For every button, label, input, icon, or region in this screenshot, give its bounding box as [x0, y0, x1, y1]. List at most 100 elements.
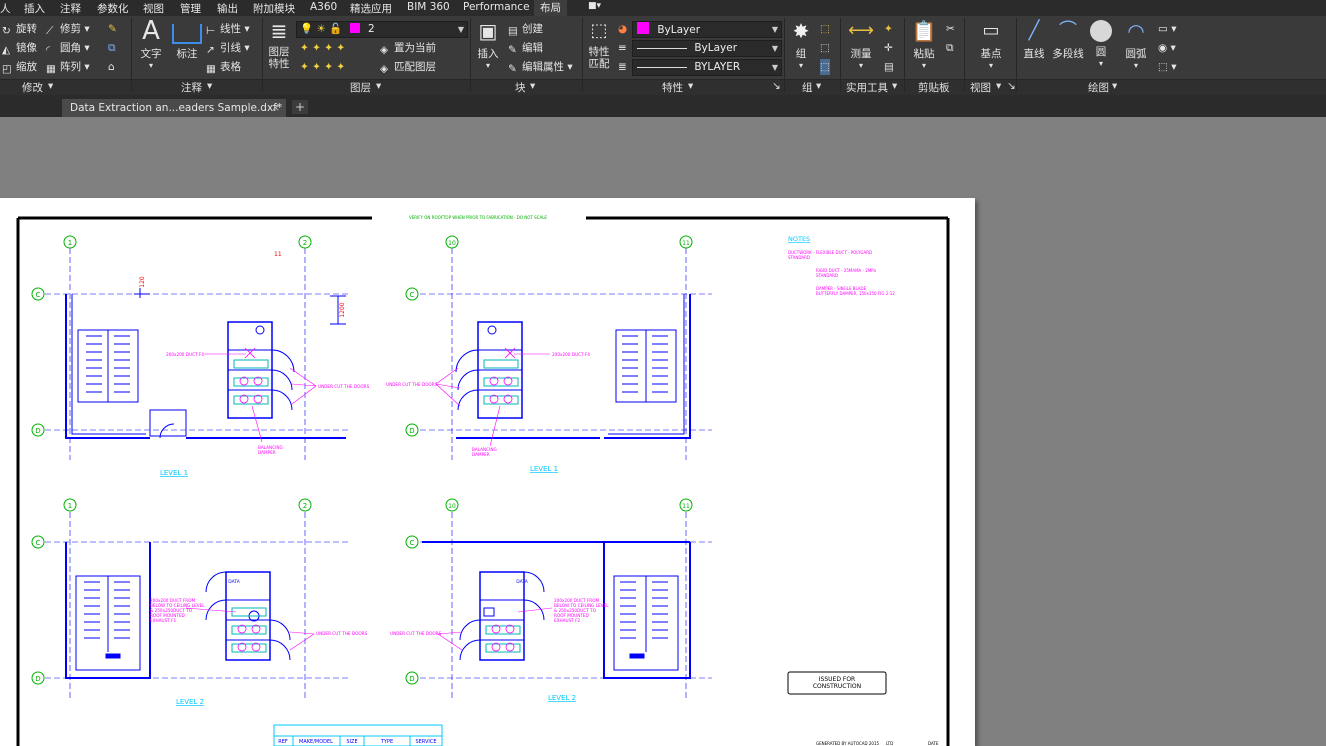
circle-button[interactable]: 圆 ▾	[1088, 18, 1114, 68]
panel-separator	[840, 18, 841, 92]
document-tab[interactable]: Data Extraction an...eaders Sample.dxf* …	[62, 99, 286, 117]
pencil-icon[interactable]: ✎	[108, 21, 117, 37]
edit-block-button[interactable]: ✎ 编辑	[508, 40, 543, 56]
ungroup-icon[interactable]: ⬚	[820, 21, 830, 37]
panel-label-modify[interactable]: 修改	[22, 80, 43, 95]
drawing-canvas[interactable]: VERIFY ON ROOFTOP WHEN PRIOR TO FABRICAT…	[0, 198, 975, 746]
menu-item-parametric[interactable]: 参数化	[97, 1, 129, 16]
panel-expand-annotation[interactable]: ▾	[207, 80, 212, 92]
table-button[interactable]: ▦ 表格	[206, 59, 241, 75]
panel-label-utilities[interactable]: 实用工具	[846, 80, 888, 95]
menu-item-featured[interactable]: 精选应用	[350, 1, 392, 16]
trim-button[interactable]: ⟋ 修剪 ▾	[46, 21, 90, 37]
match-properties-button[interactable]: ⬚ 特性 匹配	[585, 18, 613, 70]
linear-dim-icon: ⊢	[206, 25, 216, 37]
menu-item-a360[interactable]: A360	[310, 1, 337, 13]
hatch-icon[interactable]: ◉ ▾	[1158, 40, 1176, 56]
copy-icon[interactable]: ⧉	[108, 40, 116, 56]
ribbon-toggle-icon[interactable]: ■▾	[588, 1, 601, 11]
scale-button[interactable]: ◰ 缩放	[2, 59, 37, 75]
panel-expand-view[interactable]: ▾	[996, 80, 1001, 92]
panel-expand-block[interactable]: ▾	[530, 80, 535, 92]
panel-label-draw[interactable]: 绘图	[1088, 80, 1109, 95]
menu-item-0[interactable]: 人	[0, 1, 11, 16]
menu-item-bim360[interactable]: BIM 360	[407, 1, 450, 13]
match-layer-button[interactable]: ◈ 匹配图层	[380, 59, 436, 75]
cut-icon[interactable]: ✂	[946, 21, 955, 37]
insert-button[interactable]: ▣ 插入 ▾	[474, 18, 502, 70]
set-current-button[interactable]: ◈ 置为当前	[380, 40, 436, 56]
menu-item-view[interactable]: 视图	[143, 1, 164, 16]
group-edit-icon[interactable]: ⬚	[820, 40, 830, 56]
paste-button[interactable]: 📋 粘贴 ▾	[910, 18, 938, 70]
menu-item-performance[interactable]: Performance	[463, 1, 530, 13]
base-view-button[interactable]: ▭ 基点 ▾	[976, 18, 1006, 70]
rotate-button[interactable]: ↻ 旋转	[2, 21, 37, 37]
menu-item-insert[interactable]: 插入	[24, 1, 45, 16]
panel-launcher-icon[interactable]: ↘	[772, 80, 781, 92]
rectangle-icon[interactable]: ▭ ▾	[1158, 21, 1177, 37]
stretch-icon[interactable]: ⌂	[108, 59, 115, 75]
layer-dropdown[interactable]: 💡 ☀ 🔓 2 ▼	[296, 21, 468, 38]
color-wheel-icon[interactable]: ◕	[618, 21, 627, 37]
menu-item-output[interactable]: 输出	[217, 1, 238, 16]
panel-expand-layers[interactable]: ▾	[376, 80, 381, 92]
array-button[interactable]: ▦ 阵列 ▾	[46, 59, 90, 75]
leader-button[interactable]: ↗ 引线 ▾	[206, 40, 250, 56]
measure-button[interactable]: ⟷ 测量 ▾	[846, 18, 876, 70]
menu-item-addins[interactable]: 附加模块	[253, 1, 295, 16]
new-tab-button[interactable]: +	[292, 100, 308, 114]
layout-paper[interactable]: VERIFY ON ROOFTOP WHEN PRIOR TO FABRICAT…	[0, 198, 975, 746]
ribbon: ↻ 旋转 ◭ 镜像 ◰ 缩放 ⟋ 修剪 ▾ ◜ 圆角 ▾ ▦ 阵列 ▾ ✎ ⧉ ⌂ 修改 ▾…	[0, 16, 1326, 96]
panel-launcher-icon[interactable]: ↘	[1007, 80, 1016, 92]
linetype-dropdown[interactable]: ByLayer ▼	[632, 40, 782, 57]
level1-right-title: LEVEL 1	[530, 465, 558, 473]
dimension-button[interactable]: 标注	[172, 18, 202, 61]
panel-label-annotation[interactable]: 注释	[181, 80, 202, 95]
quick-select-icon[interactable]: ✦	[884, 21, 893, 37]
point-icon[interactable]: ✛	[884, 40, 893, 56]
text-button[interactable]: A 文字 ▾	[137, 18, 165, 70]
duct-label-l1-right: 200x200 DUCT F4	[552, 352, 590, 357]
copy-clip-icon[interactable]: ⧉	[946, 40, 954, 56]
edit-attributes-button[interactable]: ✎ 编辑属性 ▾	[508, 59, 573, 75]
panel-label-block[interactable]: 块	[515, 80, 526, 95]
close-icon[interactable]: ×	[271, 99, 280, 117]
level2-right-title: LEVEL 2	[548, 694, 576, 702]
polyline-button[interactable]: ⌒ 多段线	[1050, 18, 1086, 61]
layer-properties-button[interactable]: ≣ 图层 特性	[264, 18, 294, 70]
menu-item-layout[interactable]: 布局	[534, 0, 567, 16]
panel-label-view[interactable]: 视图	[970, 80, 991, 95]
panel-label-clipboard[interactable]: 剪贴板	[918, 80, 950, 95]
menu-item-annotate[interactable]: 注释	[60, 1, 81, 16]
undercut-l1-left: UNDER CUT THE DOORS	[318, 384, 370, 389]
panel-label-properties[interactable]: 特性	[662, 80, 683, 95]
grid-bubbles-l2-right	[405, 498, 693, 685]
line-button[interactable]: ╱ 直线	[1020, 18, 1048, 61]
panel-expand-properties[interactable]: ▾	[688, 80, 693, 92]
linear-dim-button[interactable]: ⊢ 线性 ▾	[206, 21, 250, 37]
panel-expand-utilities[interactable]: ▾	[892, 80, 897, 92]
create-block-button[interactable]: ▤ 创建	[508, 21, 543, 37]
region-icon[interactable]: ⬚ ▾	[1158, 59, 1177, 75]
menu-item-manage[interactable]: 管理	[180, 1, 201, 16]
layer-tools-row1[interactable]: ✦ ✦ ✦ ✦	[300, 40, 345, 56]
panel-expand-modify[interactable]: ▾	[48, 80, 53, 92]
panel-label-layers[interactable]: 图层	[350, 80, 371, 95]
fillet-button[interactable]: ◜ 圆角 ▾	[46, 40, 90, 56]
ductwork-level1-left	[233, 359, 269, 405]
group-select-icon[interactable]: ⬚	[820, 59, 830, 75]
color-dropdown[interactable]: ByLayer ▼	[632, 21, 782, 38]
mirror-button[interactable]: ◭ 镜像	[2, 40, 37, 56]
linetype-icon[interactable]: ≡	[618, 40, 627, 56]
arc-button[interactable]: ◠ 圆弧 ▾	[1122, 18, 1150, 70]
panel-label-groups[interactable]: 组	[802, 80, 813, 95]
lineweight-dropdown[interactable]: BYLAYER ▼	[632, 59, 782, 76]
group-button[interactable]: ✸ 组 ▾	[788, 18, 814, 70]
panel-expand-draw[interactable]: ▾	[1112, 80, 1117, 92]
layer-tools-row2[interactable]: ✦ ✦ ✦ ✦	[300, 59, 345, 75]
calculator-icon[interactable]: ▤	[884, 59, 894, 75]
lightbulb-icon: 💡	[300, 23, 314, 35]
lineweight-icon[interactable]: ≣	[618, 59, 627, 75]
panel-expand-groups[interactable]: ▾	[816, 80, 821, 92]
